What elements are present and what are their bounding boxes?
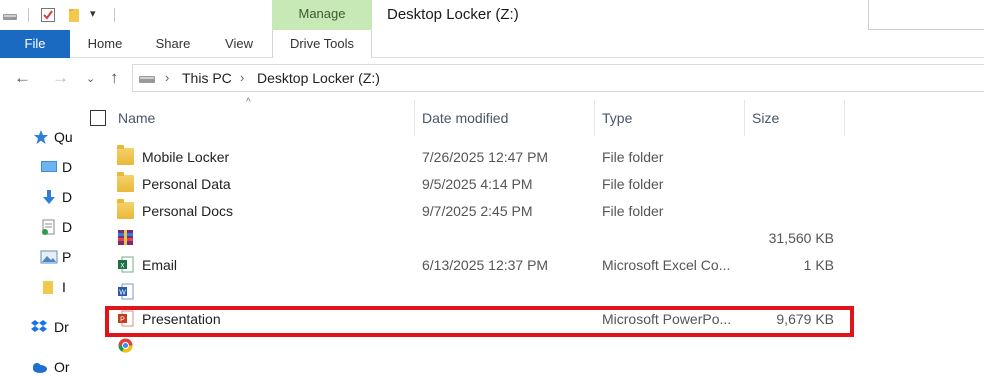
nav-item-label: D <box>62 159 73 175</box>
word-icon: W <box>118 283 134 300</box>
column-divider[interactable] <box>844 100 845 136</box>
file-row[interactable]: x Email 6/13/2025 12:37 PM Microsoft Exc… <box>110 251 850 278</box>
file-row[interactable]: 31,560 KB <box>110 224 850 251</box>
folder-icon <box>117 172 134 192</box>
window-title: Desktop Locker (Z:) <box>387 6 519 23</box>
qa-separator <box>114 8 115 22</box>
file-type: Microsoft Excel Co... <box>602 257 731 273</box>
navigation-pane: Qu D D D P I Dr Or <box>0 98 75 375</box>
column-divider[interactable] <box>594 100 595 136</box>
nav-item-label: Qu <box>54 129 73 145</box>
nav-item-label: P <box>62 249 72 265</box>
tab-share[interactable]: Share <box>148 30 198 58</box>
excel-icon: x <box>118 256 134 273</box>
tab-home[interactable]: Home <box>80 30 130 58</box>
breadcrumb-this-pc[interactable]: This PC <box>182 70 232 86</box>
file-date: 9/7/2025 2:45 PM <box>422 203 533 219</box>
file-row[interactable]: Mobile Locker 7/26/2025 12:47 PM File fo… <box>110 143 850 170</box>
properties-icon[interactable] <box>40 7 56 23</box>
nav-item-label: Dr <box>54 319 69 335</box>
folder-icon <box>43 281 53 294</box>
file-name: Email <box>142 257 178 273</box>
tab-file[interactable]: File <box>0 30 70 58</box>
column-header-size[interactable]: Size <box>752 110 779 126</box>
selection-highlight-box <box>105 306 854 337</box>
column-headers: Name Date modified Type Size <box>80 100 846 138</box>
chrome-icon <box>118 338 133 353</box>
archive-icon <box>118 230 133 245</box>
folder-icon <box>117 199 134 219</box>
column-divider[interactable] <box>744 100 745 136</box>
tab-drive-tools[interactable]: Drive Tools <box>272 30 372 58</box>
file-type: File folder <box>602 203 664 219</box>
ribbon-tabs: File Home Share View Drive Tools <box>0 30 984 58</box>
qa-separator <box>28 8 29 22</box>
recent-locations-chevron-icon[interactable]: ⌄ <box>86 72 95 85</box>
file-row[interactable]: W <box>110 278 850 305</box>
breadcrumb-desktop-locker[interactable]: Desktop Locker (Z:) <box>257 70 380 86</box>
drive-icon <box>2 7 18 23</box>
qa-customize-dropdown[interactable]: ▾ <box>90 7 96 20</box>
file-name: Mobile Locker <box>142 149 230 165</box>
file-date: 7/26/2025 12:47 PM <box>422 149 549 165</box>
column-header-name[interactable]: Name <box>118 110 155 126</box>
title-bar-control-area <box>868 0 984 30</box>
dropbox-icon <box>31 320 47 332</box>
file-type: File folder <box>602 149 664 165</box>
file-date: 6/13/2025 12:37 PM <box>422 257 549 273</box>
drive-icon <box>138 72 156 91</box>
file-size: 31,560 KB <box>768 230 834 246</box>
file-date: 9/5/2025 4:14 PM <box>422 176 533 192</box>
downloads-icon <box>43 190 55 204</box>
documents-icon <box>42 219 55 235</box>
folder-icon <box>117 145 134 165</box>
back-arrow-icon[interactable]: ← <box>14 68 31 88</box>
up-arrow-icon[interactable]: ↑ <box>110 68 119 88</box>
title-bar: ▾ Manage Desktop Locker (Z:) <box>0 0 984 30</box>
star-icon <box>34 130 48 144</box>
file-row[interactable]: Personal Docs 9/7/2025 2:45 PM File fold… <box>110 197 850 224</box>
column-header-type[interactable]: Type <box>602 110 632 126</box>
file-name: Personal Data <box>142 176 231 192</box>
breadcrumb-chevron-icon[interactable]: › <box>165 70 169 85</box>
breadcrumb-chevron-icon[interactable]: › <box>240 70 244 85</box>
onedrive-icon <box>33 363 47 373</box>
nav-item-label: Or <box>54 359 70 375</box>
desktop-icon <box>41 161 57 172</box>
tab-manage[interactable]: Manage <box>272 0 372 30</box>
column-divider[interactable] <box>414 100 415 136</box>
tab-view[interactable]: View <box>214 30 264 58</box>
column-header-date-modified[interactable]: Date modified <box>422 110 508 126</box>
file-name: Personal Docs <box>142 203 234 219</box>
file-row[interactable]: Personal Data 9/5/2025 4:14 PM File fold… <box>110 170 850 197</box>
nav-item-label: I <box>62 279 66 295</box>
file-size: 1 KB <box>803 257 834 273</box>
pictures-icon <box>40 250 58 264</box>
nav-item-label: D <box>62 219 73 235</box>
nav-item-label: D <box>62 189 73 205</box>
svg-text:W: W <box>119 290 126 297</box>
select-all-checkbox[interactable] <box>90 110 106 126</box>
new-folder-icon[interactable] <box>66 7 82 23</box>
forward-arrow-icon[interactable]: → <box>52 68 69 88</box>
file-type: File folder <box>602 176 664 192</box>
svg-text:x: x <box>121 261 125 270</box>
